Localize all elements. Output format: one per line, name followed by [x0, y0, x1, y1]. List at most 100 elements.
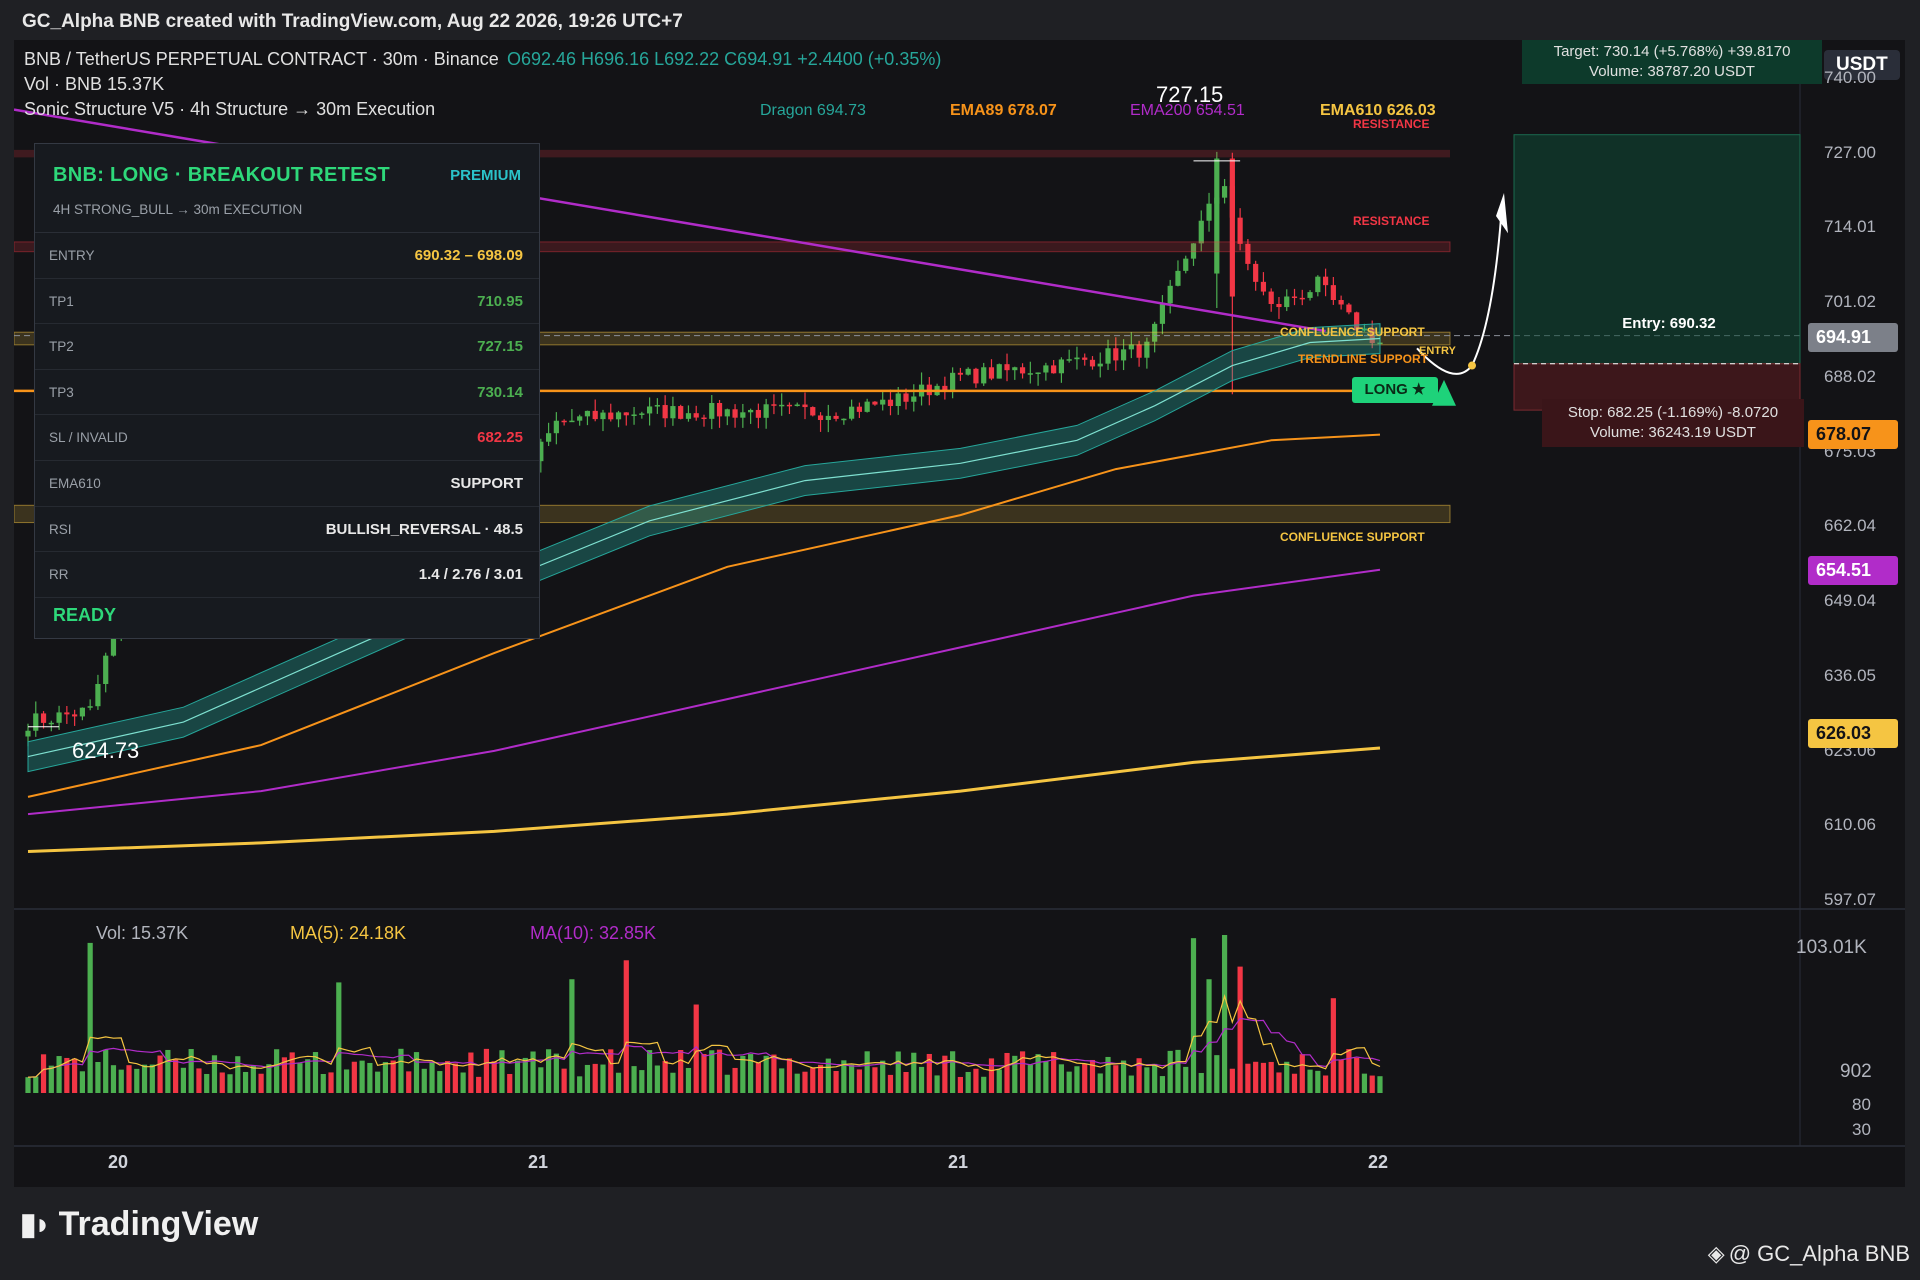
vol-pane-legend: Vol: 15.37K — [96, 923, 189, 943]
candle-body — [903, 393, 909, 402]
candle-body — [584, 410, 591, 417]
volume-bar — [1004, 1052, 1010, 1093]
volume-bar — [274, 1049, 280, 1093]
candle-body — [561, 420, 567, 423]
panel-row-tp1: TP1 710.95 — [35, 279, 539, 325]
candle-body — [1120, 349, 1127, 361]
volume-bar — [740, 1055, 746, 1093]
volume-bar — [973, 1068, 979, 1093]
volume-bar — [833, 1070, 839, 1093]
chart-area[interactable]: BNB / TetherUS PERPETUAL CONTRACT · 30m … — [14, 40, 1905, 1187]
volume-bar — [724, 1074, 730, 1093]
panel-row-rr: RR 1.4 / 2.76 / 3.01 — [35, 552, 539, 598]
candle-body — [950, 372, 956, 392]
dragon-label: Dragon 694.73 — [760, 102, 866, 119]
time-label-20: 20 — [108, 1152, 129, 1172]
volume-bar — [204, 1073, 210, 1093]
candle-body — [1082, 357, 1088, 360]
volume-bar — [328, 1072, 334, 1093]
volume-bar — [40, 1054, 47, 1093]
price-tick: 662.04 — [1824, 516, 1876, 536]
candle-body — [600, 412, 606, 420]
volume-bar — [56, 1056, 62, 1093]
volume-bar — [1346, 1049, 1352, 1093]
long-signal-badge[interactable]: LONG ★ — [1352, 377, 1438, 403]
volume-bar — [1276, 1072, 1282, 1093]
volume-bar — [1066, 1071, 1072, 1093]
volume-bar — [1322, 1075, 1329, 1093]
volume-bar — [242, 1071, 249, 1093]
volume-bar — [608, 1049, 614, 1093]
volume-bar — [429, 1061, 435, 1093]
candle-body — [981, 367, 987, 384]
vol-tick-max: 103.01K — [1796, 937, 1867, 958]
volume-bar — [476, 1076, 482, 1093]
volume-bar — [584, 1064, 591, 1093]
volume-bar — [157, 1055, 163, 1093]
volume-bar — [1268, 1061, 1274, 1093]
trendline-label: TRENDLINE SUPPORT — [1298, 352, 1429, 366]
volume-bar — [918, 1066, 925, 1093]
volume-bar — [413, 1052, 420, 1093]
author-handle[interactable]: ◈ @ GC_Alpha BNB — [1708, 1241, 1910, 1267]
candle-body — [553, 420, 559, 434]
candle-body — [662, 405, 668, 419]
candle-body — [732, 409, 738, 418]
candle-body — [1066, 359, 1072, 361]
low-label: 624.73 — [72, 738, 140, 763]
volume-bar — [872, 1067, 878, 1093]
volume-bar — [1284, 1061, 1290, 1093]
candle-body — [678, 406, 684, 419]
volume-bar — [141, 1064, 148, 1093]
volume-bar — [1206, 979, 1212, 1093]
volume-bar — [219, 1072, 225, 1093]
author-handle-text: @ GC_Alpha BNB — [1728, 1241, 1910, 1266]
volume-bar — [685, 1067, 692, 1093]
volume-bar — [110, 1065, 117, 1093]
candle-body — [685, 413, 692, 419]
volume-bar — [227, 1074, 233, 1093]
candle-body — [64, 712, 70, 715]
candle-body — [33, 713, 39, 731]
panel-row-value: 727.15 — [477, 338, 523, 356]
volume-bar — [33, 1076, 39, 1093]
volume-bar — [1330, 998, 1336, 1093]
volume-bar — [1175, 1049, 1181, 1093]
volume-bar — [545, 1049, 552, 1093]
volume-legend[interactable]: Vol · BNB 15.37K — [24, 74, 164, 95]
symbol-legend[interactable]: BNB / TetherUS PERPETUAL CONTRACT · 30m … — [24, 49, 499, 70]
candle-body — [25, 730, 31, 737]
volume-bar — [483, 1048, 490, 1093]
volume-bar — [1128, 1075, 1134, 1093]
volume-bar — [561, 1068, 567, 1093]
volume-bar — [320, 1073, 326, 1093]
volume-bar — [1159, 1076, 1166, 1093]
volume-bar — [180, 1067, 186, 1093]
volume-bar — [522, 1057, 528, 1093]
candle-body — [1198, 220, 1204, 244]
indicator-legend[interactable]: Sonic Structure V5 · 4h Structure → 30m … — [24, 99, 435, 120]
volume-bar — [771, 1054, 777, 1093]
volume-bar — [305, 1059, 311, 1093]
volume-bar — [460, 1072, 466, 1093]
candle-body — [1035, 372, 1041, 374]
panel-row-key: TP1 — [49, 293, 74, 309]
candle-body — [1175, 270, 1181, 286]
candle-body — [647, 406, 653, 414]
candle-body — [95, 683, 101, 707]
candle-body — [841, 418, 847, 421]
candle-body — [608, 412, 614, 420]
candle-body — [72, 714, 78, 717]
volume-bar — [530, 1051, 536, 1093]
volume-bar — [957, 1076, 963, 1093]
candle-body — [623, 412, 629, 416]
tradingview-logo[interactable]: ▮◗ TradingView — [20, 1205, 258, 1244]
price-tag: 678.07 — [1808, 420, 1898, 450]
volume-bar — [1307, 1069, 1313, 1093]
volume-bar — [895, 1051, 901, 1093]
candle-body — [1322, 276, 1329, 286]
volume-bar — [1253, 1061, 1259, 1093]
ema89-label: EMA89 678.07 — [950, 102, 1057, 119]
panel-row-key: EMA610 — [49, 475, 101, 491]
volume-bar — [934, 1075, 940, 1093]
